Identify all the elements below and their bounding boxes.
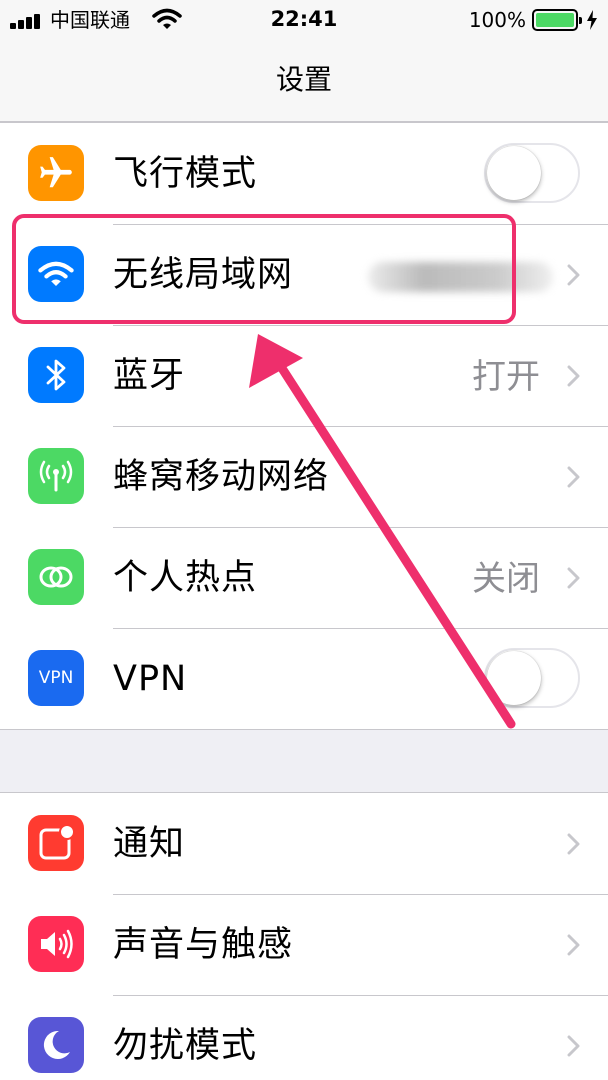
annotation-arrow: [249, 334, 516, 729]
